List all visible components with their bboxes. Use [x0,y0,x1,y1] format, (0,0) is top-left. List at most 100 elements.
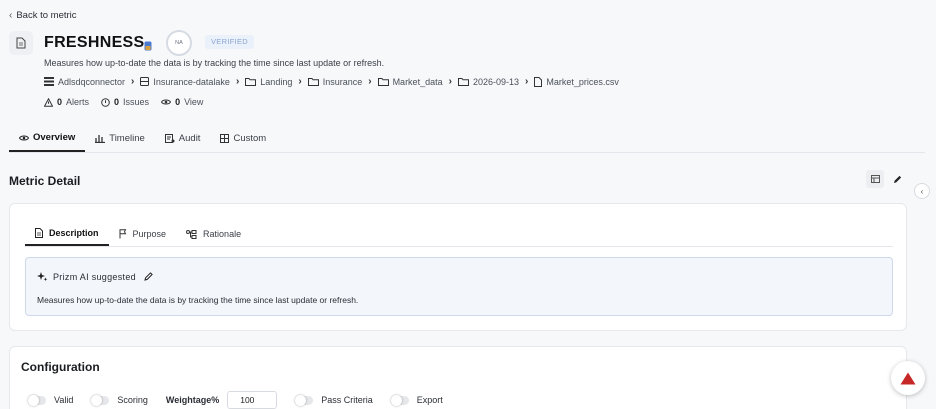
subtab-rationale[interactable]: Rationale [176,222,251,246]
tab-timeline[interactable]: Timeline [85,125,155,152]
configuration-row: Valid Scoring Weightage% 100 Pass Criter… [28,391,453,409]
header-description: Measures how up-to-date the data is by t… [44,58,385,68]
issues-count: 0 [114,97,120,107]
pencil-icon[interactable] [144,272,153,281]
stats-row: 0 Alerts 0 Issues 0 View [44,97,203,107]
server-icon [140,77,150,86]
breadcrumb-item[interactable]: Landing [245,77,292,87]
tab-label: Custom [233,133,267,144]
eye-icon [19,134,29,141]
breadcrumb-label: Market_prices.csv [546,76,619,87]
folder-icon [457,78,469,86]
export-toggle-group: Export [390,394,443,406]
scoring-toggle[interactable] [91,394,110,406]
folder-icon [307,78,319,86]
triangle-up-icon [900,372,916,384]
breadcrumb-label: Insurance-datalake [153,76,230,87]
subtab-label: Description [49,228,99,238]
rationale-icon [186,229,197,239]
back-to-metric-link[interactable]: ‹ Back to metric [9,10,77,21]
floating-action-button[interactable] [891,361,925,395]
chevron-right-icon: › [131,76,135,87]
database-icon [144,38,152,51]
folder-icon [245,78,257,86]
file-icon [534,76,543,87]
chevron-left-icon: ‹ [920,186,924,196]
tab-custom[interactable]: Custom [210,125,276,152]
chevron-left-icon: ‹ [9,10,13,21]
breadcrumb-label: Insurance [322,76,363,87]
score-badge: NA [166,30,192,56]
views-label: View [184,97,204,107]
tab-label: Audit [178,133,201,144]
layout-view-button[interactable] [866,170,884,188]
bar-chart-icon [95,135,106,143]
metric-detail-toolbar [866,170,906,188]
ai-suggestion-box: Prizm AI suggested Measures how up-to-da… [25,257,893,316]
audit-icon [164,134,175,143]
export-label: Export [416,395,443,405]
metric-detail-card: Description Purpose Rationale Prizm AI s… [9,203,907,331]
main-tabs: Overview Timeline Audit Custom [9,125,925,153]
chevron-right-icon: › [448,76,452,87]
valid-toggle[interactable] [28,394,46,406]
ai-suggestion-text: Measures how up-to-date the data is by t… [37,295,359,305]
subtab-description[interactable]: Description [25,222,109,246]
warning-icon [44,97,53,107]
weightage-input[interactable]: 100 [227,391,278,409]
subtab-label: Purpose [132,229,167,239]
folder-icon [377,78,389,86]
configuration-card: Configuration Valid Scoring Weightage% 1… [9,346,907,409]
scoring-toggle-group: Scoring [91,394,148,406]
table-icon [220,134,230,143]
database-list-icon [44,77,54,86]
breadcrumb-item[interactable]: Market_data [377,76,443,87]
ai-suggestion-header: Prizm AI suggested [37,271,153,282]
subtab-purpose[interactable]: Purpose [109,222,177,246]
views-count: 0 [175,97,181,107]
document-icon [9,31,33,55]
valid-label: Valid [54,395,74,405]
configuration-title: Configuration [21,360,100,374]
ai-suggestion-label: Prizm AI suggested [53,271,136,282]
sparkle-icon [37,272,48,282]
tab-label: Timeline [109,133,145,144]
pass-criteria-toggle-group: Pass Criteria [295,394,373,406]
breadcrumb-item[interactable]: Insurance-datalake [140,77,230,87]
metric-detail-title: Metric Detail [9,174,81,188]
breadcrumb-item[interactable]: Adlsdqconnector [44,77,125,87]
alerts-stat[interactable]: 0 Alerts [44,97,89,107]
issues-stat[interactable]: 0 Issues [101,97,149,107]
chevron-right-icon: › [235,76,240,87]
weightage-label: Weightage% [165,395,220,405]
chevron-right-icon: › [368,76,372,87]
panel-icon [870,175,880,183]
issues-label: Issues [123,97,150,107]
pass-criteria-toggle[interactable] [295,394,314,406]
alerts-count: 0 [57,97,63,107]
status-badge: VERIFIED [205,35,254,49]
chevron-right-icon: › [298,76,302,87]
breadcrumb-item[interactable]: Market_prices.csv [534,76,619,87]
detail-subtabs: Description Purpose Rationale [25,222,893,247]
breadcrumb-item[interactable]: Insurance [307,76,363,87]
score-badge-text: NA [175,40,183,46]
views-stat[interactable]: 0 View [161,97,203,107]
breadcrumb-item[interactable]: 2026-09-13 [457,76,519,87]
collapse-panel-button[interactable]: ‹ [914,183,930,199]
alerts-label: Alerts [66,97,90,107]
export-toggle[interactable] [390,394,409,406]
pass-criteria-label: Pass Criteria [321,395,373,405]
tab-label: Overview [33,132,76,143]
tab-overview[interactable]: Overview [9,125,86,152]
chevron-right-icon: › [524,76,529,87]
back-label: Back to metric [16,10,77,21]
eye-icon [161,99,172,105]
breadcrumb-label: 2026-09-13 [472,76,519,87]
breadcrumb: Adlsdqconnector › Insurance-datalake › L… [44,76,619,87]
tab-audit[interactable]: Audit [155,125,211,152]
breadcrumb-label: Adlsdqconnector [58,76,126,87]
edit-button[interactable] [888,170,906,188]
scoring-label: Scoring [117,395,148,405]
breadcrumb-label: Market_data [392,76,443,87]
